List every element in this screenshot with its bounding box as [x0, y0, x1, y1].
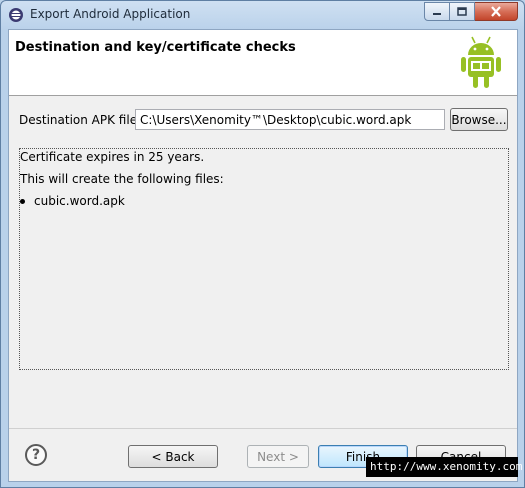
files-intro-text: This will create the following files: [20, 172, 224, 186]
minimize-icon [433, 12, 441, 15]
close-button[interactable] [475, 2, 518, 21]
minimize-button[interactable] [424, 2, 450, 21]
destination-row: Destination APK file: C:\Users\Xenomity™… [9, 108, 517, 132]
eclipse-icon [9, 8, 23, 22]
android-icon [461, 36, 501, 88]
file-list-item: cubic.word.apk [34, 194, 125, 208]
watermark-url: http://www.xenomity.com [366, 457, 522, 477]
next-button[interactable]: Next > [247, 445, 309, 468]
dialog-window: Export Android Application Destination a… [0, 0, 525, 488]
back-button[interactable]: < Back [128, 445, 218, 468]
title-bar[interactable]: Export Android Application [1, 1, 524, 29]
page-title: Destination and key/certificate checks [15, 40, 296, 55]
destination-apk-input[interactable]: C:\Users\Xenomity™\Desktop\cubic.word.ap… [135, 109, 445, 130]
bullet-icon [20, 199, 25, 204]
close-icon [491, 6, 501, 17]
maximize-icon [457, 6, 467, 16]
certificate-expiry-text: Certificate expires in 25 years. [20, 150, 205, 164]
help-icon[interactable]: ? [25, 444, 47, 466]
wizard-header: Destination and key/certificate checks [9, 30, 517, 96]
info-panel: Certificate expires in 25 years. This wi… [19, 148, 509, 370]
window-title: Export Android Application [30, 7, 191, 21]
caption-buttons [424, 2, 518, 21]
footer-separator [9, 428, 517, 429]
browse-button[interactable]: Browse... [450, 108, 508, 131]
destination-label: Destination APK file: [19, 113, 142, 127]
maximize-button[interactable] [450, 2, 475, 21]
dialog-client-area: Destination and key/certificate checks D… [8, 29, 518, 482]
